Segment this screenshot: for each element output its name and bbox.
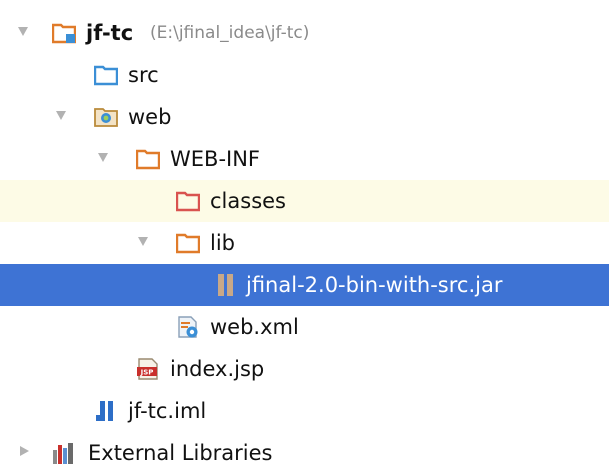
folder-icon [176, 231, 200, 255]
tree-row-lib[interactable]: lib [0, 222, 609, 264]
collapse-arrow-icon[interactable] [56, 111, 66, 120]
tree-row-external-libraries[interactable]: External Libraries [0, 432, 609, 474]
expand-arrow-icon[interactable] [20, 446, 29, 456]
tree-item-label: web.xml [210, 315, 299, 339]
excluded-folder-icon [176, 189, 200, 213]
module-folder-icon [52, 21, 76, 45]
module-path-text: (E:\jfinal_idea\jf-tc) [150, 23, 310, 43]
tree-item-label: classes [210, 189, 286, 213]
tree-row-jar[interactable]: jfinal-2.0-bin-with-src.jar [0, 264, 609, 306]
tree-row-root[interactable]: jf-tc (E:\jfinal_idea\jf-tc) [0, 12, 609, 54]
tree-item-label: src [128, 63, 159, 87]
tree-item-label: jf-tc [86, 21, 134, 45]
project-tree: jf-tc (E:\jfinal_idea\jf-tc) src web WEB… [0, 0, 609, 471]
tree-item-label: index.jsp [170, 357, 265, 381]
tree-item-label: web [128, 105, 172, 129]
tree-item-label: WEB-INF [170, 147, 260, 171]
libraries-icon [52, 441, 76, 465]
web-folder-icon [94, 105, 118, 129]
collapse-arrow-icon[interactable] [98, 153, 108, 162]
iml-icon [94, 399, 118, 423]
collapse-arrow-icon[interactable] [18, 27, 28, 36]
tree-row-src[interactable]: src [0, 54, 609, 96]
jsp-icon: JSP [136, 357, 160, 381]
collapse-arrow-icon[interactable] [138, 237, 148, 246]
folder-icon [136, 147, 160, 171]
tree-item-label: jf-tc.iml [128, 399, 207, 423]
tree-row-classes[interactable]: classes [0, 180, 609, 222]
tree-item-label: External Libraries [88, 441, 273, 465]
jar-icon [214, 273, 238, 297]
tree-item-label: lib [210, 231, 235, 255]
source-folder-icon [94, 63, 118, 87]
tree-row-index-jsp[interactable]: JSP index.jsp [0, 348, 609, 390]
tree-row-iml[interactable]: jf-tc.iml [0, 390, 609, 432]
tree-row-web[interactable]: web [0, 96, 609, 138]
tree-item-label: jfinal-2.0-bin-with-src.jar [246, 273, 503, 297]
svg-text:JSP: JSP [140, 369, 154, 377]
web-xml-icon [176, 315, 200, 339]
tree-row-web-inf[interactable]: WEB-INF [0, 138, 609, 180]
tree-row-web-xml[interactable]: web.xml [0, 306, 609, 348]
